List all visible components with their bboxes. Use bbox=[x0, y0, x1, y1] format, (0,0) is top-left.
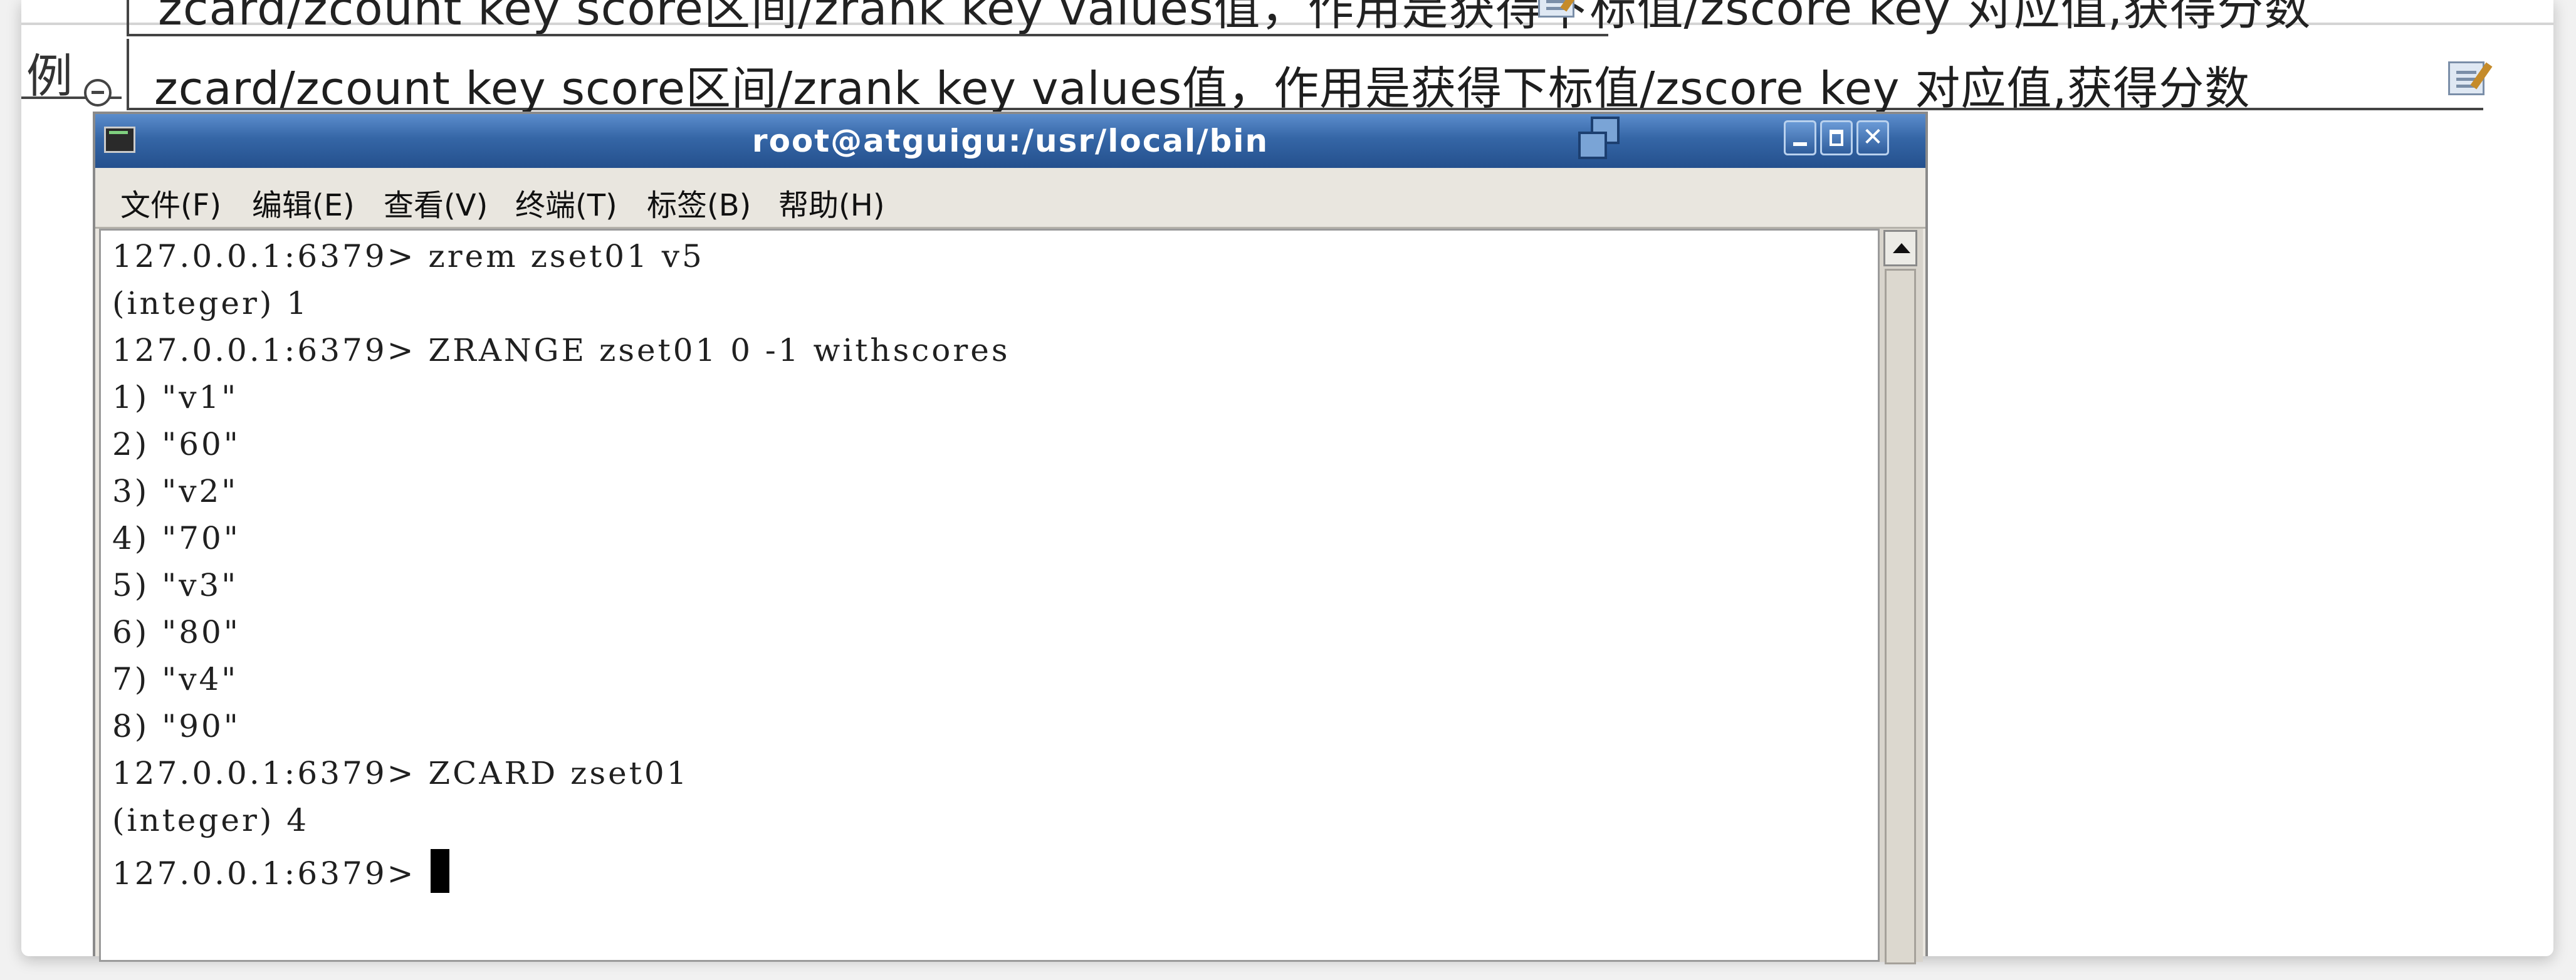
row-label: 例 bbox=[26, 50, 73, 103]
menu-help[interactable]: 帮助(H) bbox=[778, 180, 885, 224]
terminal-line: 5) "v3" bbox=[112, 567, 239, 603]
terminal-line: 127.0.0.1:6379> ZRANGE zset01 0 -1 withs… bbox=[112, 332, 1010, 368]
window-stack-icon bbox=[1578, 117, 1625, 164]
menu-view[interactable]: 查看(V) bbox=[384, 180, 488, 224]
title-bar[interactable]: root@atguigu:/usr/local/bin ✕ bbox=[95, 114, 1925, 168]
terminal-line: 4) "70" bbox=[112, 520, 241, 556]
window-title: root@atguigu:/usr/local/bin bbox=[751, 123, 1269, 159]
terminal-line: 7) "v4" bbox=[112, 661, 239, 697]
note-box: zcard/zcount key score区间/zrank key value… bbox=[127, 39, 2484, 115]
vertical-scrollbar[interactable] bbox=[1878, 229, 1923, 964]
previous-note-text: zcard/zcount key score区间/zrank key value… bbox=[158, 0, 2312, 36]
menu-file[interactable]: 文件(F) bbox=[120, 180, 221, 224]
terminal-output[interactable]: 127.0.0.1:6379> zrem zset01 v5 (integer)… bbox=[99, 229, 1878, 962]
terminal-line: 6) "80" bbox=[112, 614, 241, 650]
maximize-button[interactable] bbox=[1820, 120, 1853, 155]
text-cursor bbox=[431, 849, 450, 893]
prompt-line[interactable]: 127.0.0.1:6379> bbox=[112, 849, 450, 893]
note-text: zcard/zcount key score区间/zrank key value… bbox=[154, 62, 2251, 115]
menu-bar: 文件(F) 编辑(E) 查看(V) 终端(T) 标签(B) 帮助(H) bbox=[95, 168, 1925, 229]
scroll-up-button[interactable] bbox=[1883, 230, 1917, 266]
terminal-line: (integer) 4 bbox=[112, 802, 310, 838]
terminal-line: 127.0.0.1:6379> ZCARD zset01 bbox=[112, 755, 689, 791]
prompt-text: 127.0.0.1:6379> bbox=[112, 855, 429, 892]
terminal-line: 127.0.0.1:6379> zrem zset01 v5 bbox=[112, 238, 704, 274]
terminal-line: (integer) 1 bbox=[112, 285, 310, 321]
menu-edit[interactable]: 编辑(E) bbox=[252, 180, 355, 224]
scroll-thumb[interactable] bbox=[1885, 269, 1916, 964]
terminal-line: 8) "90" bbox=[112, 708, 241, 744]
terminal-line: 1) "v1" bbox=[112, 379, 239, 415]
terminal-line: 2) "60" bbox=[112, 426, 241, 462]
minimize-button[interactable] bbox=[1784, 120, 1816, 155]
collapse-icon[interactable] bbox=[84, 79, 112, 107]
edit-note-icon[interactable] bbox=[2448, 61, 2484, 95]
menu-tabs[interactable]: 标签(B) bbox=[647, 180, 751, 224]
terminal-line: 3) "v2" bbox=[112, 473, 239, 509]
close-button[interactable]: ✕ bbox=[1856, 120, 1889, 155]
edit-note-icon[interactable] bbox=[1538, 0, 1574, 18]
menu-terminal[interactable]: 终端(T) bbox=[515, 180, 617, 224]
terminal-window: root@atguigu:/usr/local/bin ✕ 文件(F) 编辑(E… bbox=[93, 112, 1928, 964]
